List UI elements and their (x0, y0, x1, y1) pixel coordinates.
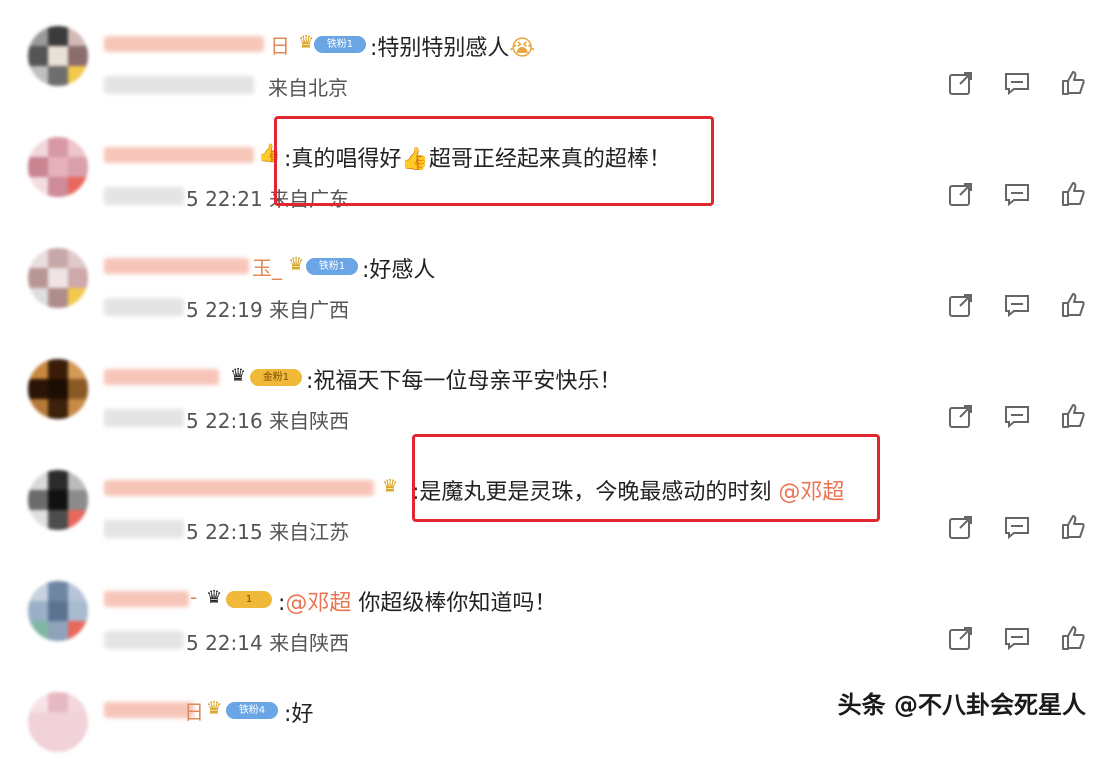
username-blurred[interactable] (104, 480, 374, 496)
username-blurred[interactable] (104, 147, 254, 163)
comment-item: 玉_ ♛ 铁粉1 :好感人 5 22:19 来自广西 (0, 222, 1108, 333)
username-tail[interactable]: 玉_ (252, 252, 282, 281)
comment-icon[interactable] (1004, 625, 1030, 651)
like-icon[interactable] (1060, 514, 1086, 540)
crown-icon: ♛ (230, 365, 247, 386)
comment-actions (948, 181, 1086, 207)
comment-text: :特别特别感人😭 (370, 36, 536, 61)
like-icon[interactable] (1060, 70, 1086, 96)
comment-item: ♛ 金粉1 :祝福天下每一位母亲平安快乐！ 5 22:16 来自陕西 (0, 333, 1108, 444)
crown-icon: ♛ (206, 587, 223, 608)
comment-item: 日 ♛ 铁粉4 :好 (0, 666, 1108, 777)
crown-icon: ♛ (298, 32, 315, 53)
fan-badge: 铁粉1 (306, 258, 358, 275)
comment-text: :祝福天下每一位母亲平安快乐！ (306, 369, 622, 394)
crown-icon: ♛ (206, 698, 223, 719)
crown-icon: ♛ (382, 476, 399, 497)
timestamp-blurred (104, 76, 254, 94)
share-icon[interactable] (948, 181, 974, 207)
avatar[interactable] (28, 26, 88, 86)
timestamp-blurred (104, 631, 184, 649)
like-icon[interactable] (1060, 625, 1086, 651)
mention-link[interactable]: @邓超 (285, 591, 351, 616)
avatar[interactable] (28, 581, 88, 641)
share-icon[interactable] (948, 403, 974, 429)
thumbs-up-emoji-icon: 👍 (401, 147, 429, 172)
fan-badge: 金粉1 (250, 369, 302, 386)
comment-actions (948, 403, 1086, 429)
comment-icon[interactable] (1004, 181, 1030, 207)
username-blurred[interactable] (104, 369, 219, 385)
comment-icon[interactable] (1004, 292, 1030, 318)
comment-actions (948, 292, 1086, 318)
comment-text: :好 (284, 702, 314, 727)
comment-meta: 5 22:15 来自江苏 (186, 520, 350, 544)
share-icon[interactable] (948, 625, 974, 651)
comment-text: :好感人 (362, 258, 436, 283)
share-icon[interactable] (948, 514, 974, 540)
timestamp-blurred (104, 409, 184, 427)
comment-icon[interactable] (1004, 403, 1030, 429)
thumbs-up-icon: 👍 (258, 143, 281, 164)
timestamp-blurred (104, 520, 184, 538)
comment-actions (948, 625, 1086, 651)
share-icon[interactable] (948, 70, 974, 96)
avatar[interactable] (28, 692, 88, 752)
avatar[interactable] (28, 248, 88, 308)
timestamp-blurred (104, 298, 184, 316)
comment-actions (948, 514, 1086, 540)
comment-item: 👍 :真的唱得好👍超哥正经起来真的超棒！ 5 22:21 来自广东 (0, 111, 1108, 222)
fan-badge: 1 (226, 591, 272, 608)
fan-badge: 铁粉1 (314, 36, 366, 53)
username-blurred[interactable] (104, 702, 194, 718)
username-tail[interactable]: 日 (184, 696, 204, 725)
crying-emoji-icon: 😭 (509, 36, 536, 61)
comment-item: 日 ♛ 铁粉1 :特别特别感人😭 来自北京 (0, 0, 1108, 111)
like-icon[interactable] (1060, 181, 1086, 207)
fan-badge: 铁粉4 (226, 702, 278, 719)
comment-meta: 5 22:16 来自陕西 (186, 409, 350, 433)
comment-meta: 来自北京 (268, 76, 348, 100)
comment-meta: 5 22:14 来自陕西 (186, 631, 350, 655)
timestamp-blurred (104, 187, 184, 205)
username-blurred[interactable] (104, 36, 264, 52)
watermark: 头条 @不八卦会死星人 (837, 691, 1086, 719)
comment-item: ♛ :是魔丸更是灵珠，今晚最感动的时刻 @邓超 5 22:15 来自江苏 (0, 444, 1108, 555)
comment-icon[interactable] (1004, 70, 1030, 96)
like-icon[interactable] (1060, 292, 1086, 318)
avatar[interactable] (28, 470, 88, 530)
avatar[interactable] (28, 359, 88, 419)
comment-meta: 5 22:19 来自广西 (186, 298, 350, 322)
username-blurred[interactable] (104, 591, 189, 607)
comment-icon[interactable] (1004, 514, 1030, 540)
username-tail[interactable]: - (190, 585, 197, 609)
comment-text: :是魔丸更是灵珠，今晚最感动的时刻 @邓超 (412, 480, 845, 505)
like-icon[interactable] (1060, 403, 1086, 429)
comment-actions (948, 70, 1086, 96)
username-tail[interactable]: 日 (270, 30, 290, 59)
comment-meta: 5 22:21 来自广东 (186, 187, 350, 211)
username-blurred[interactable] (104, 258, 249, 274)
comment-item: - ♛ 1 :@邓超 你超级棒你知道吗！ 5 22:14 来自陕西 (0, 555, 1108, 666)
comment-text: :@邓超 你超级棒你知道吗！ (278, 591, 557, 616)
share-icon[interactable] (948, 292, 974, 318)
comment-text: :真的唱得好👍超哥正经起来真的超棒！ (284, 147, 671, 172)
crown-icon: ♛ (288, 254, 305, 275)
avatar[interactable] (28, 137, 88, 197)
mention-link[interactable]: @邓超 (778, 480, 844, 505)
